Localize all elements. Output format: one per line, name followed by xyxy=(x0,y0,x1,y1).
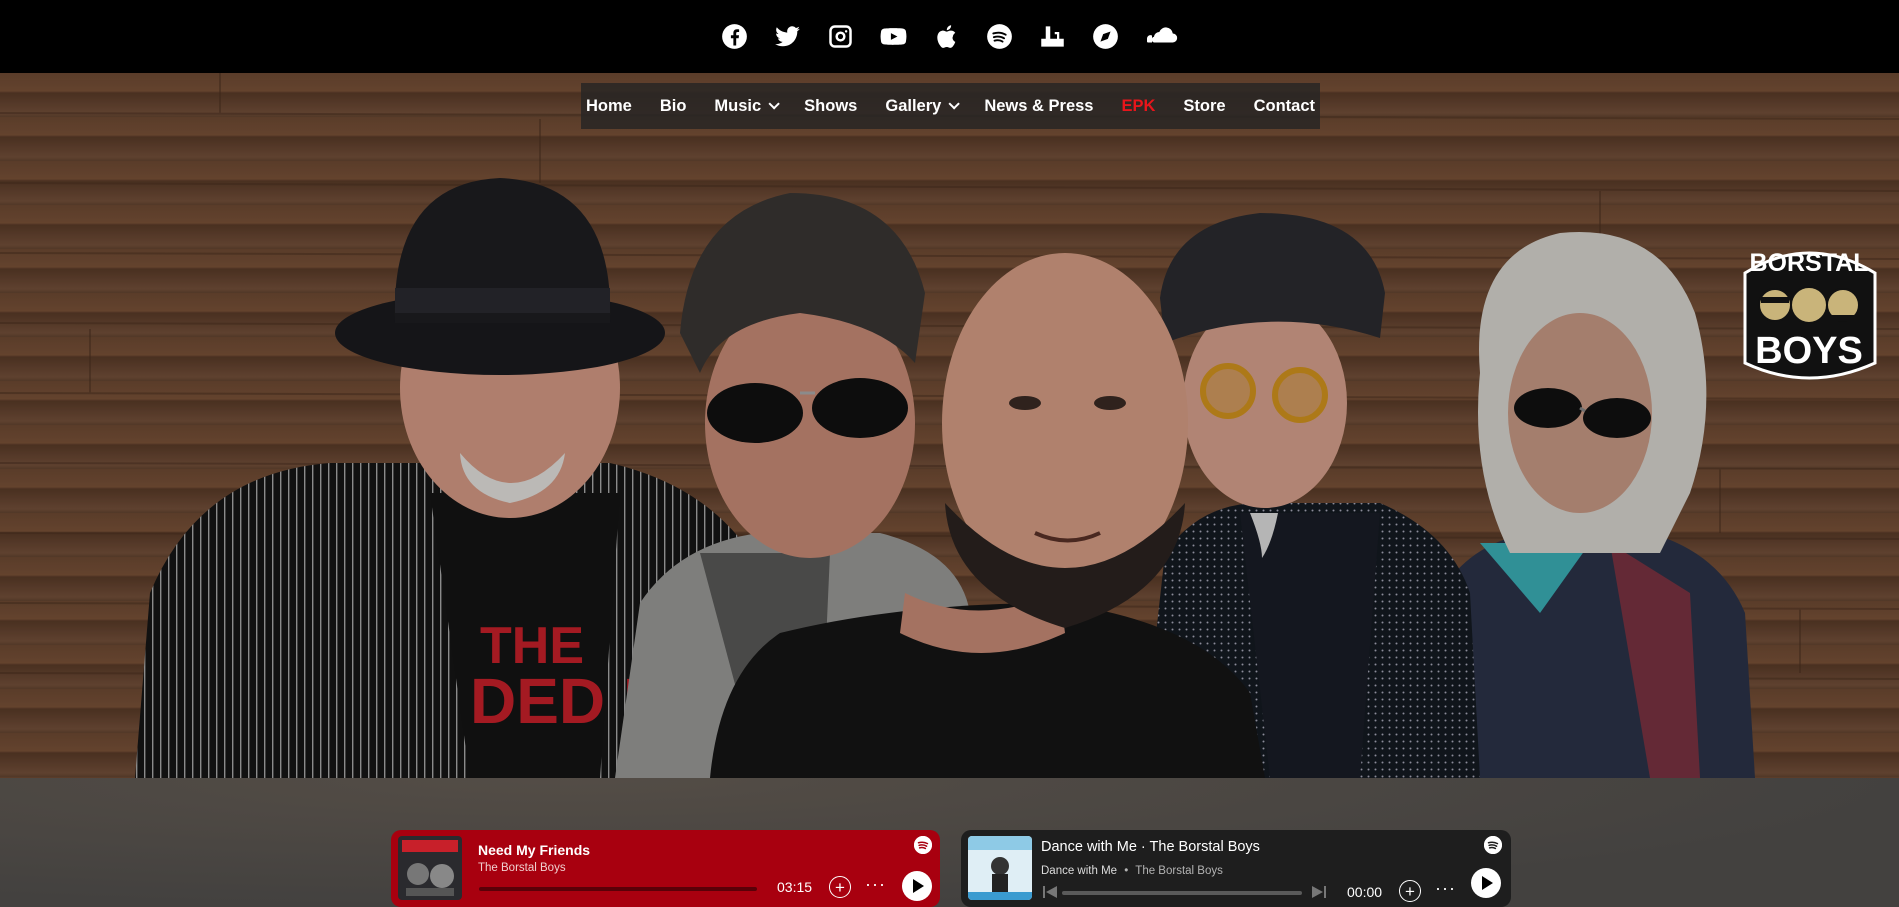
main-nav: Home Bio Music Shows Gallery News & Pres… xyxy=(581,83,1320,129)
bandsintown-icon[interactable] xyxy=(1039,23,1066,50)
chevron-down-icon xyxy=(768,98,780,110)
compass-icon[interactable] xyxy=(1092,23,1119,50)
nav-item-gallery[interactable]: Gallery xyxy=(871,83,970,129)
band-photo: THE DED K xyxy=(0,73,1899,778)
nav-item-shows[interactable]: Shows xyxy=(790,83,871,129)
twitter-icon[interactable] xyxy=(774,23,801,50)
track-artist[interactable]: The Borstal Boys xyxy=(478,862,566,874)
more-options-icon[interactable]: ··· xyxy=(865,874,886,895)
nav-item-label: Shows xyxy=(804,96,858,115)
track-subtitle: Dance with Me • The Borstal Boys xyxy=(1041,865,1223,877)
nav-item-label: EPK xyxy=(1121,96,1156,115)
more-options-icon[interactable]: ··· xyxy=(1435,878,1456,899)
progress-bar[interactable] xyxy=(479,887,757,891)
apple-icon[interactable] xyxy=(933,23,960,50)
nav-item-label: Gallery xyxy=(885,96,942,115)
nav-item-epk[interactable]: EPK xyxy=(1107,83,1169,129)
nav-item-bio[interactable]: Bio xyxy=(646,83,701,129)
add-icon[interactable]: + xyxy=(829,876,851,898)
album-art[interactable] xyxy=(968,836,1032,900)
track-title[interactable]: Dance with Me · The Borstal Boys xyxy=(1041,839,1260,855)
soundcloud-icon[interactable] xyxy=(1145,23,1179,50)
play-button[interactable] xyxy=(1471,868,1501,898)
logo-text-bottom: BOYS xyxy=(1755,330,1863,372)
skip-back-icon[interactable] xyxy=(1043,886,1057,898)
track-name[interactable]: Dance with Me xyxy=(1041,865,1117,877)
track-time: 00:00 xyxy=(1347,884,1383,900)
nav-item-label: Contact xyxy=(1253,96,1316,115)
social-bar xyxy=(0,0,1899,73)
nav-item-label: Bio xyxy=(659,96,687,115)
spotify-player-dance-with-me: Dance with Me · The Borstal Boys Dance w… xyxy=(961,830,1511,907)
track-artist[interactable]: The Borstal Boys xyxy=(1135,865,1223,877)
track-duration: 03:15 xyxy=(777,879,813,895)
separator-dot: • xyxy=(1124,865,1129,877)
nav-item-contact[interactable]: Contact xyxy=(1240,83,1329,129)
spotify-icon[interactable] xyxy=(914,836,932,854)
album-art[interactable] xyxy=(398,836,462,900)
track-title[interactable]: Need My Friends xyxy=(478,842,590,858)
youtube-icon[interactable] xyxy=(880,23,907,50)
borstal-boys-logo[interactable]: BORSTAL BOYS xyxy=(1735,233,1883,383)
play-button[interactable] xyxy=(902,871,932,901)
hero-section: THE DED K BORSTAL BOYS xyxy=(0,73,1899,778)
nav-item-label: Home xyxy=(585,96,632,115)
add-icon[interactable]: + xyxy=(1399,880,1421,902)
nav-item-label: Store xyxy=(1183,96,1226,115)
shirt-text-line1: THE xyxy=(480,617,584,675)
instagram-icon[interactable] xyxy=(827,23,854,50)
nav-item-home[interactable]: Home xyxy=(572,83,646,129)
progress-bar[interactable] xyxy=(1062,891,1302,895)
music-section xyxy=(0,778,1899,907)
spotify-icon[interactable] xyxy=(986,23,1013,50)
facebook-icon[interactable] xyxy=(721,23,748,50)
nav-item-label: News & Press xyxy=(984,96,1094,115)
nav-item-music[interactable]: Music xyxy=(700,83,790,129)
chevron-down-icon xyxy=(948,98,961,110)
logo-text-top: BORSTAL xyxy=(1750,249,1869,277)
skip-forward-icon[interactable] xyxy=(1312,886,1326,898)
nav-item-news-press[interactable]: News & Press xyxy=(970,83,1107,129)
shirt-text-line2: DED K xyxy=(470,665,669,737)
spotify-icon[interactable] xyxy=(1484,836,1502,854)
spotify-player-need-my-friends: Need My Friends The Borstal Boys 03:15 +… xyxy=(391,830,940,907)
nav-item-label: Music xyxy=(714,96,762,115)
nav-item-store[interactable]: Store xyxy=(1169,83,1239,129)
